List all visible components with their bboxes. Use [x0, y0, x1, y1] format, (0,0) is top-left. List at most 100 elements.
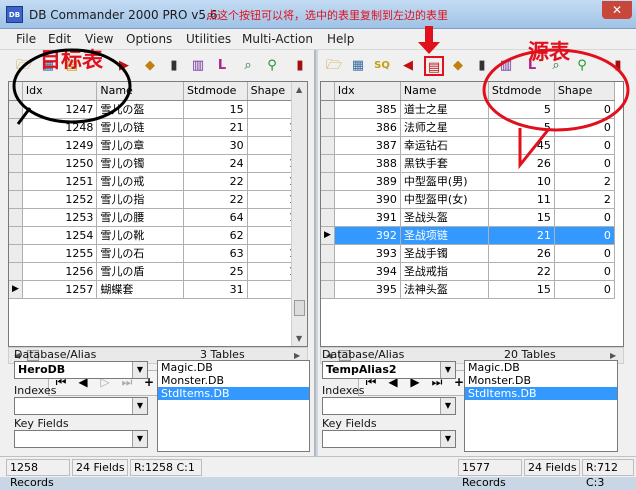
- cell-shape[interactable]: 0: [554, 136, 615, 155]
- key-fields-combo[interactable]: ▼: [14, 430, 148, 448]
- table-row[interactable]: 1255雪儿の石6314: [9, 244, 307, 263]
- menu-file[interactable]: File: [16, 32, 36, 46]
- cell-shape[interactable]: 0: [554, 208, 615, 227]
- chevron-down-icon[interactable]: ▼: [132, 431, 147, 447]
- cell-idx[interactable]: 1252: [22, 190, 98, 209]
- table-row-selected[interactable]: ▶ 392 圣战项链 21 0: [321, 226, 615, 245]
- cell-idx[interactable]: 387: [334, 136, 401, 155]
- cell-name[interactable]: 雪儿の戒: [96, 172, 184, 191]
- cell-idx[interactable]: 1249: [22, 136, 98, 155]
- cell-idx[interactable]: 386: [334, 118, 401, 137]
- chevron-down-icon[interactable]: ▼: [440, 398, 455, 414]
- cell-stdmode[interactable]: 21: [488, 226, 555, 245]
- cell-name[interactable]: 法神头盔: [400, 280, 489, 299]
- table-row[interactable]: 1253雪儿の腰6417: [9, 208, 307, 227]
- cell-idx[interactable]: 1248: [22, 118, 98, 137]
- database-alias-combo[interactable]: TempAlias2 ▼: [322, 361, 456, 379]
- cell-stdmode[interactable]: 24: [183, 154, 248, 173]
- cell-name[interactable]: 雪儿の盾: [96, 262, 184, 281]
- table-row[interactable]: 390 中型盔甲(女) 11 2: [321, 190, 615, 209]
- filter-icon[interactable]: ◆: [448, 56, 468, 76]
- run-icon[interactable]: ⚲: [262, 56, 282, 76]
- cell-name[interactable]: 蝴蝶套: [96, 280, 184, 299]
- table-row[interactable]: 385 道士之星 5 0: [321, 100, 615, 119]
- cell-shape[interactable]: 2: [554, 172, 615, 191]
- cell-stdmode[interactable]: 45: [488, 136, 555, 155]
- scroll-right-icon[interactable]: ▶: [610, 351, 616, 360]
- table-grid-icon[interactable]: ▦: [348, 56, 368, 76]
- cell-name[interactable]: 雪儿の石: [96, 244, 184, 263]
- cell-name[interactable]: 圣战戒指: [400, 262, 489, 281]
- table-row[interactable]: 389 中型盔甲(男) 10 2: [321, 172, 615, 191]
- left-tables-list[interactable]: Magic.DB Monster.DB StdItems.DB: [157, 360, 310, 452]
- cell-shape[interactable]: 0: [554, 118, 615, 137]
- cell-idx[interactable]: 391: [334, 208, 401, 227]
- database-alias-combo[interactable]: HeroDB ▼: [14, 361, 148, 379]
- indexes-combo[interactable]: ▼: [322, 397, 456, 415]
- search-icon[interactable]: ⌕: [238, 56, 258, 76]
- table-row[interactable]: 391 圣战头盔 15 0: [321, 208, 615, 227]
- column-header-name[interactable]: Name: [96, 82, 184, 101]
- cell-name[interactable]: 雪儿の盔: [96, 100, 184, 119]
- cell-name[interactable]: 雪儿の链: [96, 118, 184, 137]
- table-row[interactable]: 386 法师之星 5 0: [321, 118, 615, 137]
- table-row[interactable]: 1249 雪儿の章 30: [9, 136, 307, 155]
- cell-shape[interactable]: 0: [554, 226, 615, 245]
- sql-icon[interactable]: SQ: [372, 56, 392, 76]
- cell-stdmode[interactable]: 11: [488, 190, 555, 209]
- menu-options[interactable]: Options: [126, 32, 172, 46]
- cell-stdmode[interactable]: 5: [488, 100, 555, 119]
- menu-help[interactable]: Help: [327, 32, 354, 46]
- scroll-thumb[interactable]: [294, 300, 305, 316]
- chevron-down-icon[interactable]: ▼: [132, 398, 147, 414]
- cell-name[interactable]: 圣战项链: [400, 226, 489, 245]
- cell-name[interactable]: 幸运钻石: [400, 136, 489, 155]
- cell-shape[interactable]: 0: [554, 154, 615, 173]
- cell-name[interactable]: 雪儿の靴: [96, 226, 184, 245]
- table-row[interactable]: 1252雪儿の指2211: [9, 190, 307, 209]
- cell-idx[interactable]: 394: [334, 262, 401, 281]
- cell-idx[interactable]: 385: [334, 100, 401, 119]
- list-item-selected[interactable]: StdItems.DB: [158, 387, 309, 400]
- right-data-grid[interactable]: Idx Name Stdmode Shape 385 道士之星 5 0 386 法师之星…: [320, 81, 624, 347]
- cell-name[interactable]: 雪儿の腰: [96, 208, 184, 227]
- cell-stdmode[interactable]: 21: [183, 118, 248, 137]
- cell-stdmode[interactable]: 30: [183, 136, 248, 155]
- table-row[interactable]: 1248雪儿の链2113: [9, 118, 307, 137]
- close-button[interactable]: ✕: [602, 1, 632, 19]
- table-row[interactable]: 394 圣战戒指 22 0: [321, 262, 615, 281]
- cell-shape[interactable]: 0: [554, 100, 615, 119]
- cell-stdmode[interactable]: 26: [488, 154, 555, 173]
- right-tables-list[interactable]: Magic.DB Monster.DB StdItems.DB: [464, 360, 618, 452]
- cell-stdmode[interactable]: 62: [183, 226, 248, 245]
- exit-icon[interactable]: ▮: [290, 56, 310, 76]
- cell-stdmode[interactable]: 15: [183, 100, 248, 119]
- cell-stdmode[interactable]: 22: [183, 190, 248, 209]
- cell-stdmode[interactable]: 15: [488, 280, 555, 299]
- cell-idx[interactable]: 395: [334, 280, 401, 299]
- cell-idx[interactable]: 1257: [22, 280, 98, 299]
- table-row[interactable]: 388 黑铁手套 26 0: [321, 154, 615, 173]
- table-row[interactable]: 387 幸运钻石 45 0: [321, 136, 615, 155]
- list-item-selected[interactable]: StdItems.DB: [465, 387, 617, 400]
- run-icon[interactable]: ⚲: [572, 56, 592, 76]
- trash-icon[interactable]: ▮: [164, 56, 184, 76]
- copy-arrow-icon[interactable]: ▶: [114, 56, 134, 76]
- cell-stdmode[interactable]: 63: [183, 244, 248, 263]
- open-folder-icon[interactable]: 🗁: [14, 56, 34, 76]
- list-item[interactable]: Monster.DB: [158, 374, 309, 387]
- scroll-right-icon[interactable]: ▶: [294, 351, 300, 360]
- cell-name[interactable]: 法师之星: [400, 118, 489, 137]
- cell-idx[interactable]: 389: [334, 172, 401, 191]
- cell-name[interactable]: 中型盔甲(男): [400, 172, 489, 191]
- chevron-down-icon[interactable]: ▼: [440, 362, 455, 378]
- cell-idx[interactable]: 1256: [22, 262, 98, 281]
- list-item[interactable]: Magic.DB: [465, 361, 617, 374]
- cell-stdmode[interactable]: 22: [183, 172, 248, 191]
- cell-name[interactable]: 圣战手镯: [400, 244, 489, 263]
- cell-shape[interactable]: 0: [554, 262, 615, 281]
- table-row[interactable]: ▶ 1257 蝴蝶套 31: [9, 280, 307, 299]
- structure-icon[interactable]: ▥: [496, 56, 516, 76]
- table-row[interactable]: 395 法神头盔 15 0: [321, 280, 615, 299]
- column-header-name[interactable]: Name: [400, 82, 489, 101]
